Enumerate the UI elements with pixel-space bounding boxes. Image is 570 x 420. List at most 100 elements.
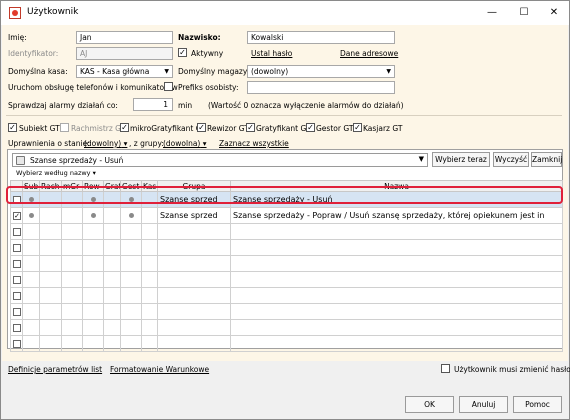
- row-checkbox[interactable]: [13, 244, 21, 252]
- role-flag-cell: [22, 303, 40, 320]
- grupa-label: , z grupy:: [129, 139, 164, 148]
- role-subiekt-checkbox[interactable]: ✓: [8, 123, 17, 132]
- table-row[interactable]: [10, 223, 563, 240]
- row-checkbox[interactable]: [13, 308, 21, 316]
- row-checkbox[interactable]: [13, 292, 21, 300]
- stan-dropdown[interactable]: (dowolny) ▾: [84, 139, 127, 148]
- column-header-kas[interactable]: Kas: [141, 180, 158, 192]
- definicje-parametrow-link[interactable]: Definicje parametrów list: [8, 365, 102, 374]
- identyfikator-input[interactable]: AJ: [76, 47, 173, 60]
- stan-value: (dowolny): [84, 139, 122, 148]
- table-row[interactable]: [10, 319, 563, 336]
- role-flag-cell: [141, 287, 158, 304]
- table-row[interactable]: [10, 303, 563, 320]
- grupa-cell: [157, 255, 231, 272]
- maximize-button[interactable]: ☐: [509, 1, 539, 25]
- role-gestor-checkbox[interactable]: ✓: [306, 123, 315, 132]
- nazwisko-label: Nazwisko:: [178, 33, 221, 42]
- table-row[interactable]: [10, 335, 563, 352]
- row-checkbox[interactable]: [13, 276, 21, 284]
- row-checkbox[interactable]: [13, 340, 21, 348]
- aktywny-label: Aktywny: [191, 49, 224, 58]
- table-row[interactable]: [10, 287, 563, 304]
- role-flag-cell: [39, 303, 62, 320]
- role-rachmistrz-checkbox[interactable]: [60, 123, 69, 132]
- wybierz-teraz-button[interactable]: Wybierz teraz: [432, 152, 490, 167]
- role-kasjarz-checkbox[interactable]: ✓: [353, 123, 362, 132]
- dane-adresowe-link[interactable]: Dane adresowe: [340, 49, 398, 58]
- row-checkbox-cell[interactable]: [10, 271, 23, 288]
- role-flag-cell: [61, 271, 83, 288]
- role-flag-cell: [39, 271, 62, 288]
- column-header-grupa[interactable]: Grupa: [157, 180, 231, 192]
- chevron-down-icon[interactable]: ▼: [419, 155, 424, 163]
- formatowanie-warunkowe-link[interactable]: Formatowanie Warunkowe: [110, 365, 209, 374]
- column-header-rach[interactable]: Rach: [39, 180, 62, 192]
- zaznacz-wszystkie-link[interactable]: Zaznacz wszystkie: [219, 139, 289, 148]
- prefiks-input[interactable]: [247, 81, 395, 94]
- musi-zmienic-checkbox[interactable]: [441, 364, 450, 373]
- row-checkbox-cell[interactable]: ✓: [10, 207, 23, 224]
- imie-input[interactable]: Jan: [76, 31, 173, 44]
- table-row[interactable]: Szanse sprzed Szanse sprzedaży - Usuń: [10, 191, 563, 208]
- column-header-gest[interactable]: Gest: [120, 180, 142, 192]
- row-checkbox-cell[interactable]: [10, 255, 23, 272]
- prefiks-label: Prefiks osobisty:: [178, 83, 239, 92]
- role-gratyfikant-checkbox[interactable]: ✓: [246, 123, 255, 132]
- row-checkbox[interactable]: [13, 228, 21, 236]
- pomoc-button[interactable]: Pomoc: [513, 396, 562, 413]
- separator: [6, 115, 562, 116]
- table-row[interactable]: [10, 255, 563, 272]
- minimize-button[interactable]: —: [477, 1, 507, 25]
- permission-search-combo[interactable]: Szanse sprzedaży - Usuń ▼: [12, 153, 428, 167]
- domyslny-magazyn-select[interactable]: (dowolny): [247, 65, 395, 78]
- role-flag-cell: [61, 239, 83, 256]
- role-flag-cell: [61, 191, 83, 208]
- grupa-cell: [157, 223, 231, 240]
- alarmy-input[interactable]: 1: [133, 98, 173, 111]
- row-checkbox-cell[interactable]: [10, 223, 23, 240]
- column-header-grat[interactable]: Grat: [103, 180, 121, 192]
- row-checkbox[interactable]: [13, 324, 21, 332]
- anuluj-button[interactable]: Anuluj: [459, 396, 508, 413]
- nazwisko-input[interactable]: Kowalski: [247, 31, 395, 44]
- row-checkbox-cell[interactable]: [10, 287, 23, 304]
- ustal-haslo-link[interactable]: Ustal hasło: [251, 49, 292, 58]
- row-checkbox-cell[interactable]: [10, 239, 23, 256]
- wybierz-wedlug-dropdown[interactable]: Wybierz według nazwy ▾: [16, 169, 96, 177]
- table-row[interactable]: ✓ Szanse sprzed Szanse sprzedaży - Popraw …: [10, 207, 563, 224]
- role-flag-cell: [141, 303, 158, 320]
- row-checkbox-cell[interactable]: [10, 319, 23, 336]
- ok-button[interactable]: OK: [405, 396, 454, 413]
- uruchom-checkbox[interactable]: [164, 82, 173, 91]
- role-rewizor-checkbox[interactable]: ✓: [197, 123, 206, 132]
- role-flag-cell: [103, 287, 121, 304]
- table-row[interactable]: [10, 271, 563, 288]
- role-flag-cell: [120, 303, 142, 320]
- role-flag-cell: [22, 271, 40, 288]
- wyczysc-button[interactable]: Wyczyść: [493, 152, 529, 167]
- column-header-mgr[interactable]: mGr: [61, 180, 83, 192]
- column-header-nazwa[interactable]: Nazwa: [230, 180, 563, 192]
- zamknij-button[interactable]: Zamknij: [531, 152, 562, 167]
- close-button[interactable]: ✕: [539, 1, 569, 25]
- row-checkbox[interactable]: [13, 260, 21, 268]
- grupa-dropdown[interactable]: (dowolna) ▾: [163, 139, 207, 148]
- row-checkbox[interactable]: [13, 196, 21, 204]
- row-checkbox-cell[interactable]: [10, 303, 23, 320]
- aktywny-checkbox[interactable]: ✓: [178, 48, 187, 57]
- column-header-rew[interactable]: Rew: [82, 180, 104, 192]
- row-checkbox-cell[interactable]: [10, 335, 23, 352]
- role-flag-cell: [141, 255, 158, 272]
- role-mikrogratyfikant-checkbox[interactable]: ✓: [120, 123, 129, 132]
- row-checkbox[interactable]: ✓: [13, 212, 21, 220]
- role-flag-cell: [82, 303, 104, 320]
- dot-icon: [128, 213, 134, 218]
- table-row[interactable]: [10, 239, 563, 256]
- row-checkbox-cell[interactable]: [10, 191, 23, 208]
- column-header-check[interactable]: [10, 180, 23, 192]
- dot-icon: [90, 213, 96, 218]
- domyslna-kasa-select[interactable]: KAS - Kasa główna: [76, 65, 173, 78]
- nazwa-cell: [230, 271, 563, 288]
- column-header-sub[interactable]: Sub: [22, 180, 40, 192]
